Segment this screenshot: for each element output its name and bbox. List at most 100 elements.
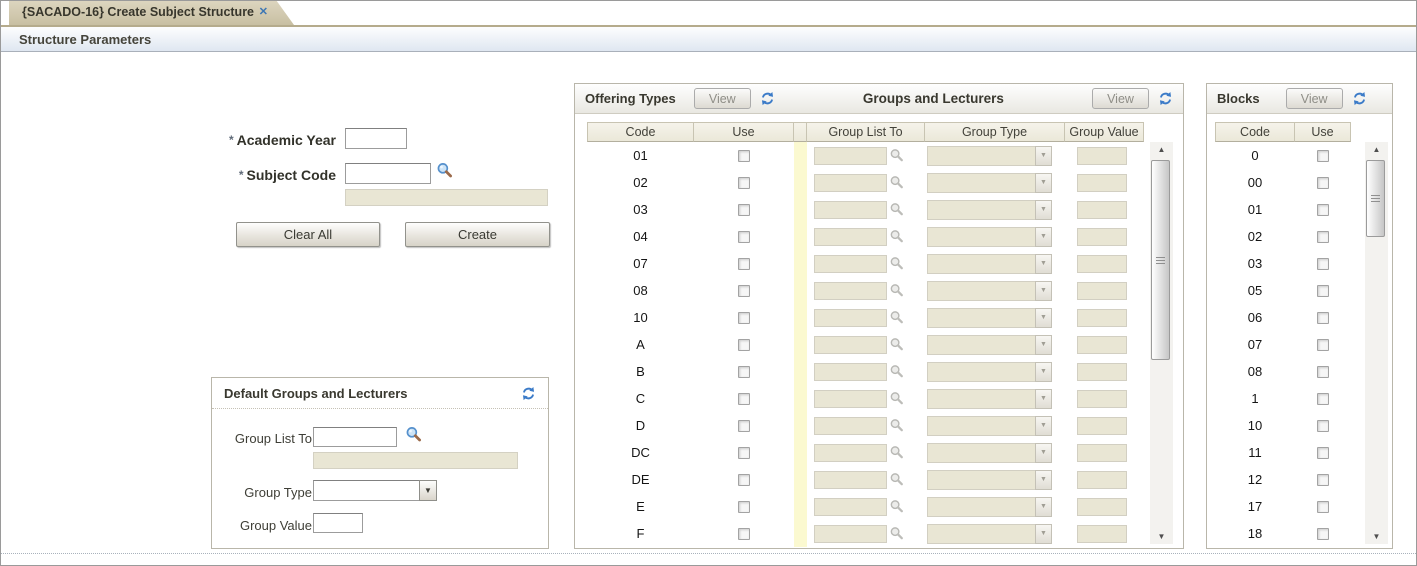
group-list-to-cell <box>807 277 925 304</box>
use-checkbox[interactable] <box>1317 446 1329 459</box>
scroll-up-icon[interactable]: ▲ <box>1150 142 1173 157</box>
group-value-cell <box>1065 223 1144 250</box>
search-icon[interactable] <box>405 426 423 449</box>
scroll-down-icon[interactable]: ▼ <box>1150 529 1173 544</box>
use-checkbox[interactable] <box>738 473 750 486</box>
use-checkbox[interactable] <box>738 284 750 297</box>
use-checkbox[interactable] <box>1317 176 1329 189</box>
use-checkbox[interactable] <box>1317 392 1329 405</box>
use-checkbox[interactable] <box>1317 419 1329 432</box>
scroll-down-icon[interactable]: ▼ <box>1365 529 1388 544</box>
highlight-band <box>794 304 807 331</box>
search-icon <box>889 283 905 299</box>
dropdown-field <box>927 469 1035 490</box>
chevron-down-icon[interactable]: ▼ <box>419 480 437 501</box>
use-checkbox[interactable] <box>738 230 750 243</box>
use-checkbox[interactable] <box>738 257 750 270</box>
group-value-input <box>1077 389 1127 408</box>
scrollbar-thumb[interactable] <box>1366 160 1385 237</box>
blocks-view-button[interactable]: View <box>1285 88 1343 109</box>
use-checkbox[interactable] <box>1317 527 1329 540</box>
use-checkbox[interactable] <box>1317 257 1329 270</box>
use-cell <box>694 304 794 331</box>
use-checkbox[interactable] <box>738 419 750 432</box>
group-value-input[interactable] <box>313 513 363 533</box>
row-code: 02 <box>633 175 648 190</box>
academic-year-input[interactable] <box>345 128 407 149</box>
vertical-scrollbar[interactable]: ▲ ▼ <box>1365 142 1388 544</box>
use-checkbox[interactable] <box>738 446 750 459</box>
group-type-dropdown: ▼ <box>927 145 1052 166</box>
close-icon[interactable]: ✕ <box>259 0 268 25</box>
tab-create-subject-structure[interactable]: {SACADO-16} Create Subject Structure ✕ <box>9 0 294 25</box>
group-list-to-cell <box>807 412 925 439</box>
search-icon <box>889 202 905 218</box>
use-checkbox[interactable] <box>738 527 750 540</box>
subject-code-input[interactable] <box>345 163 431 184</box>
use-checkbox[interactable] <box>1317 203 1329 216</box>
groups-view-button[interactable]: View <box>1092 88 1149 109</box>
group-list-to-cell <box>807 385 925 412</box>
use-checkbox[interactable] <box>1317 149 1329 162</box>
use-checkbox[interactable] <box>738 392 750 405</box>
required-marker: * <box>238 168 244 182</box>
group-type-dropdown: ▼ <box>927 388 1052 409</box>
use-checkbox[interactable] <box>738 365 750 378</box>
group-type-cell: ▼ <box>925 439 1065 466</box>
row-code: 07 <box>633 256 648 271</box>
row-code: A <box>636 337 645 352</box>
offering-view-button[interactable]: View <box>693 88 751 109</box>
dropdown-field <box>927 307 1035 328</box>
blocks-panel: Blocks View Code Use 0 00 01 02 03 05 06… <box>1206 83 1393 549</box>
create-button[interactable]: Create <box>405 222 550 247</box>
use-checkbox[interactable] <box>1317 311 1329 324</box>
scrollbar-track[interactable] <box>1150 157 1173 529</box>
clear-all-button[interactable]: Clear All <box>236 222 380 247</box>
chevron-down-icon: ▼ <box>1035 226 1052 247</box>
group-list-to-input <box>814 416 887 435</box>
use-checkbox[interactable] <box>738 311 750 324</box>
use-checkbox[interactable] <box>1317 500 1329 513</box>
scroll-up-icon[interactable]: ▲ <box>1365 142 1388 157</box>
scrollbar-thumb[interactable] <box>1151 160 1170 360</box>
use-checkbox[interactable] <box>1317 230 1329 243</box>
refresh-icon[interactable] <box>760 91 775 106</box>
group-list-to-description-field <box>313 452 518 469</box>
app-window: {SACADO-16} Create Subject Structure ✕ S… <box>0 0 1417 566</box>
row-code: 17 <box>1247 499 1263 514</box>
tab-title: {SACADO-16} Create Subject Structure <box>22 5 255 19</box>
column-header-use: Use <box>694 122 794 142</box>
use-checkbox[interactable] <box>1317 365 1329 378</box>
group-type-cell: ▼ <box>925 385 1065 412</box>
table-row: 08 ▼ <box>587 277 1144 304</box>
use-checkbox[interactable] <box>738 176 750 189</box>
use-cell <box>1295 439 1351 466</box>
use-checkbox[interactable] <box>1317 473 1329 486</box>
use-checkbox[interactable] <box>738 338 750 351</box>
group-type-cell: ▼ <box>925 412 1065 439</box>
refresh-icon[interactable] <box>1158 91 1173 106</box>
highlight-band <box>794 520 807 547</box>
table-row: 06 <box>1215 304 1351 331</box>
group-list-to-input <box>814 281 887 300</box>
refresh-icon[interactable] <box>1352 91 1367 106</box>
group-list-to-input[interactable] <box>313 427 397 447</box>
search-icon[interactable] <box>436 162 454 185</box>
group-type-dropdown[interactable]: ▼ <box>313 480 437 501</box>
use-checkbox[interactable] <box>738 203 750 216</box>
group-value-cell <box>1065 439 1144 466</box>
table-row: 01 <box>1215 196 1351 223</box>
blocks-table-body: 0 00 01 02 03 05 06 07 08 1 10 11 12 17 … <box>1215 142 1351 547</box>
use-checkbox[interactable] <box>738 149 750 162</box>
academic-year-label-text: Academic Year <box>236 132 336 148</box>
table-row: DC ▼ <box>587 439 1144 466</box>
use-checkbox[interactable] <box>738 500 750 513</box>
refresh-icon[interactable] <box>521 386 536 401</box>
vertical-scrollbar[interactable]: ▲ ▼ <box>1150 142 1173 544</box>
scrollbar-track[interactable] <box>1365 157 1388 529</box>
use-checkbox[interactable] <box>1317 338 1329 351</box>
use-checkbox[interactable] <box>1317 284 1329 297</box>
group-list-to-cell <box>807 493 925 520</box>
table-row: 18 <box>1215 520 1351 547</box>
search-icon <box>889 391 905 407</box>
